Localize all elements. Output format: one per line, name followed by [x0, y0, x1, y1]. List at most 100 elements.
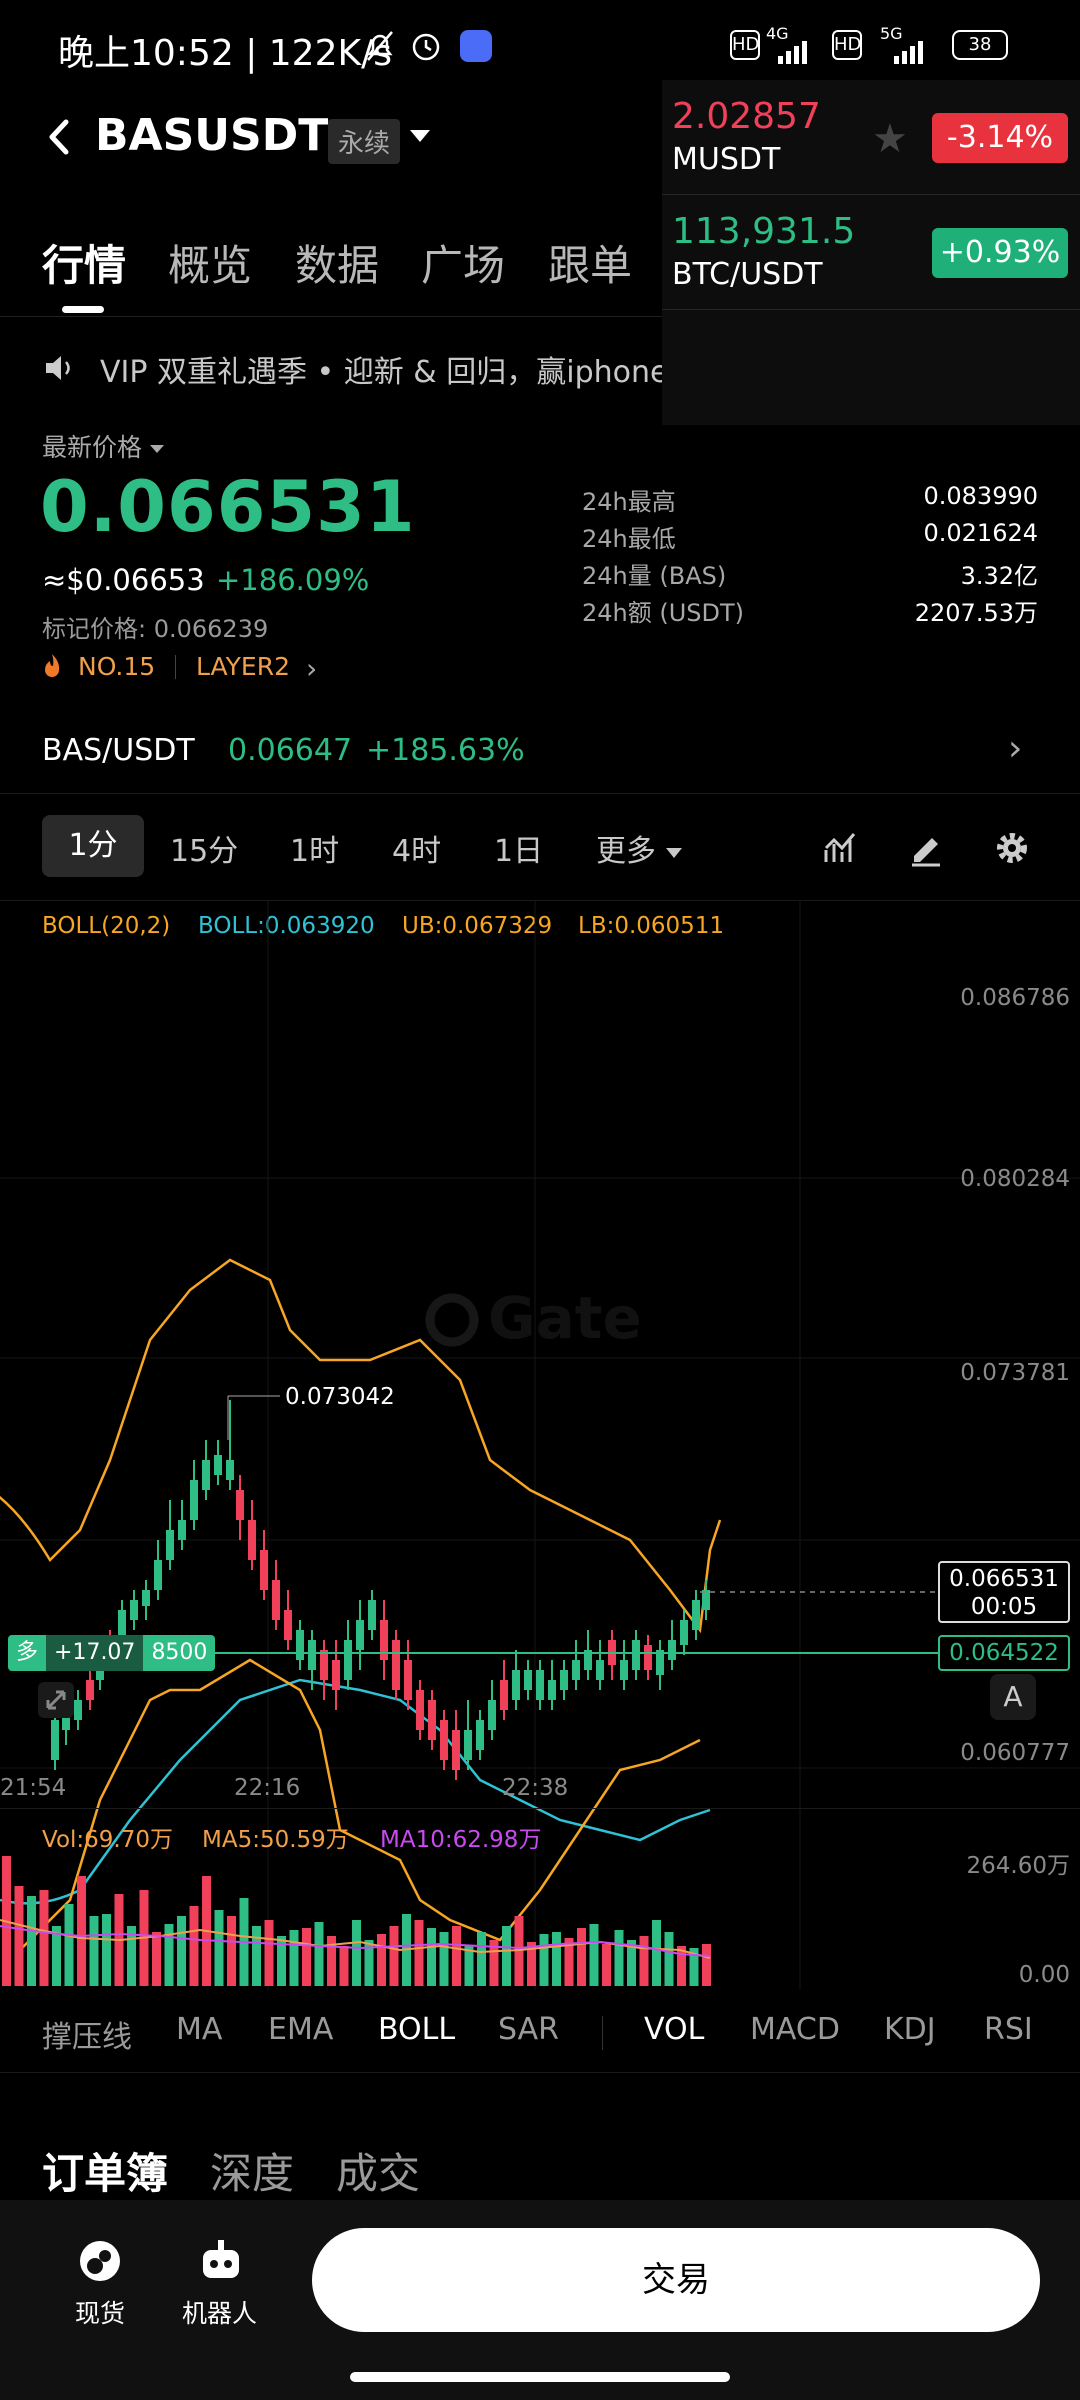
ind-tab-sar[interactable]: SAR [498, 2012, 559, 2047]
volume-bar [552, 1932, 561, 1986]
volume-bar [227, 1916, 236, 1986]
position-tag[interactable]: 多 +17.07 8500 [8, 1635, 216, 1671]
tab-market[interactable]: 行情 [42, 232, 126, 293]
tab-square[interactable]: 广场 [421, 232, 505, 293]
sector-tag[interactable]: LAYER2 [196, 652, 290, 681]
volume-bar [502, 1926, 511, 1986]
chevron-right-icon[interactable]: › [306, 652, 317, 685]
signal-icon-2 [894, 41, 923, 64]
tab-copy-trade[interactable]: 跟单 [548, 232, 632, 293]
indicator-icon[interactable] [822, 828, 862, 868]
volume-bar [414, 1920, 424, 1986]
pair-title[interactable]: BASUSDT [95, 110, 328, 161]
bot-label[interactable]: 机器人 [182, 2294, 257, 2330]
volume-bar [152, 1932, 161, 1986]
ticker-row-musdt[interactable]: 2.02857 MUSDT ★ -3.14% [662, 80, 1080, 195]
candle-body [524, 1670, 532, 1690]
volume-bar [77, 1876, 86, 1986]
settings-gear-icon[interactable] [992, 828, 1032, 868]
ind-tab-rsi[interactable]: RSI [984, 2012, 1033, 2047]
ind-tab-ema[interactable]: EMA [268, 2012, 333, 2047]
tab-depth[interactable]: 深度 [210, 2140, 294, 2201]
home-indicator[interactable] [350, 2372, 730, 2382]
interval-15m[interactable]: 15分 [170, 826, 238, 870]
volume-bar [427, 1928, 436, 1986]
signal-icon-1 [778, 41, 807, 64]
candle-body [308, 1640, 316, 1670]
candle-body [296, 1630, 304, 1660]
volume-bar [702, 1944, 711, 1986]
candle-body [154, 1560, 162, 1590]
volume-bar [252, 1926, 261, 1986]
vol-y-min: 0.00 [1018, 1962, 1070, 1988]
volume-bar [339, 1946, 349, 1986]
ind-tab-vol[interactable]: VOL [644, 2012, 704, 2047]
trade-button[interactable]: 交易 [312, 2228, 1040, 2332]
tab-data[interactable]: 数据 [295, 232, 379, 293]
pair-dropdown-icon[interactable] [410, 130, 430, 142]
candle-body [260, 1550, 268, 1590]
ind-tab-ma[interactable]: MA [176, 2012, 222, 2047]
ticker-row-btc[interactable]: 113,931.5 BTC/USDT +0.93% [662, 195, 1080, 310]
volume-bar [64, 1904, 74, 1986]
stat-label: 24h最高 [582, 488, 676, 516]
last-price-tag: 0.066531 00:05 [938, 1561, 1070, 1623]
interval-more[interactable]: 更多 [596, 826, 682, 870]
spot-icon[interactable] [75, 2236, 125, 2286]
candle-body [236, 1490, 244, 1520]
candle-body [572, 1660, 580, 1680]
robot-icon[interactable] [196, 2236, 246, 2286]
x-axis-label: 22:16 [234, 1775, 301, 1801]
x-axis-label: 21:54 [0, 1775, 67, 1801]
vol-y-max: 264.60万 [966, 1853, 1070, 1879]
candle-body [692, 1600, 700, 1630]
expand-icon[interactable] [36, 1680, 76, 1720]
volume-bar [189, 1906, 199, 1986]
latest-price-label[interactable]: 最新价格 [42, 428, 165, 464]
back-arrow-icon[interactable] [40, 112, 80, 162]
volume-bar [39, 1890, 49, 1986]
volume-bar [439, 1932, 449, 1986]
tab-order-book[interactable]: 订单簿 [42, 2140, 168, 2201]
star-icon[interactable]: ★ [872, 116, 908, 162]
alarm-icon [412, 33, 440, 61]
ind-tab-boll[interactable]: BOLL [378, 2012, 455, 2047]
candle-body [452, 1730, 460, 1770]
volume-bar [539, 1934, 549, 1986]
candle-body [178, 1520, 186, 1540]
active-tab-indicator [62, 306, 104, 313]
candle-body [476, 1720, 484, 1750]
candle-body [332, 1660, 340, 1690]
interval-1d[interactable]: 1日 [494, 826, 543, 870]
candle-body [344, 1640, 352, 1680]
candle-body [488, 1700, 496, 1730]
interval-1m[interactable]: 1分 [42, 815, 144, 877]
candle-body [202, 1460, 210, 1490]
rank-tag[interactable]: NO.15 [78, 652, 155, 681]
candle-body [392, 1640, 400, 1690]
ind-tab-kdj[interactable]: KDJ [884, 2012, 936, 2047]
volume-bar [452, 1926, 461, 1986]
interval-1h[interactable]: 1时 [290, 826, 339, 870]
usd-price: ≈$0.06653 [42, 563, 205, 597]
interval-4h[interactable]: 4时 [392, 826, 441, 870]
candle-body [548, 1680, 556, 1700]
high-marker-label: 0.073042 [285, 1384, 395, 1410]
volume-bar [589, 1924, 599, 1986]
draw-pen-icon[interactable] [906, 828, 946, 868]
ind-tab-support[interactable]: 撑压线 [42, 2012, 132, 2056]
volume-bar [652, 1920, 661, 1986]
spot-label[interactable]: 现货 [75, 2294, 125, 2330]
y-axis-label: 0.073781 [960, 1360, 1070, 1386]
candle-body [226, 1460, 234, 1480]
auto-scale-button[interactable]: A [990, 1674, 1036, 1720]
tab-trades[interactable]: 成交 [336, 2140, 420, 2201]
chevron-right-icon[interactable]: › [1008, 728, 1022, 769]
volume-bar [614, 1930, 624, 1986]
candle-body [560, 1670, 568, 1690]
volume-bar [302, 1928, 311, 1986]
tab-overview[interactable]: 概览 [168, 232, 252, 293]
ind-tab-macd[interactable]: MACD [750, 2012, 840, 2047]
candle-body [464, 1730, 472, 1760]
divider [0, 2072, 1080, 2073]
